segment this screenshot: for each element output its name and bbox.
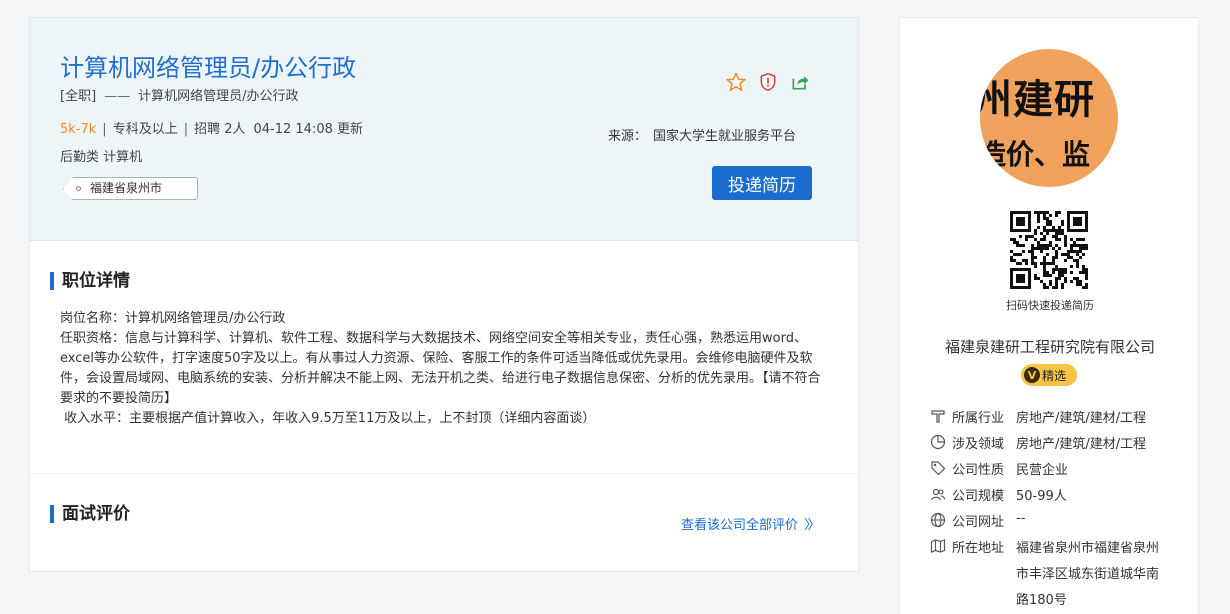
- job-salary: 5k-7k: [60, 122, 97, 137]
- job-type: [全职]: [60, 89, 97, 104]
- double-chevron-right-icon: 〉〉: [804, 518, 820, 533]
- industry-icon: [931, 410, 945, 423]
- source-label: 来源：: [608, 129, 648, 144]
- info-label: 公司性质: [952, 463, 1005, 478]
- favorite-star-icon[interactable]: [724, 70, 748, 94]
- job-header: 计算机网络管理员/办公行政 [全职] —— 计算机网络管理员/办公行政 5k-7k |…: [30, 18, 858, 241]
- apply-resume-button[interactable]: 投递简历: [712, 166, 812, 200]
- location-tag[interactable]: 福建省泉州市: [63, 177, 198, 201]
- info-value: 房地产/建筑/建材/工程: [1016, 437, 1147, 452]
- job-subtitle: 计算机网络管理员/办公行政: [138, 89, 299, 104]
- desc-line: 收入水平：主要根据产值计算收入，年收入9.5万至11万及以上，上不封顶（详细内容…: [60, 411, 596, 426]
- job-actions: [724, 70, 812, 94]
- company-name[interactable]: 福建泉建研工程研究院有限公司: [900, 336, 1200, 357]
- qr-caption: 扫码快速投递简历: [1006, 299, 1094, 312]
- report-shield-icon[interactable]: [756, 70, 780, 94]
- view-all-reviews-link[interactable]: 查看该公司全部评价 〉〉: [681, 514, 820, 533]
- company-logo[interactable]: 州建研 造价、监: [980, 49, 1118, 187]
- job-main-panel: 计算机网络管理员/办公行政 [全职] —— 计算机网络管理员/办公行政 5k-7k |…: [29, 17, 859, 572]
- info-label: 公司规模: [952, 489, 1005, 504]
- section-title-review: 面试评价: [50, 505, 130, 523]
- job-category: 后勤类 计算机: [60, 150, 143, 165]
- company-address: 福建省泉州市福建省泉州市丰泽区城东街道城华南路180号: [1016, 541, 1160, 608]
- tag-icon: [931, 461, 946, 476]
- job-education: 专科及以上: [112, 122, 178, 137]
- badge-label: 精选: [1042, 368, 1067, 383]
- job-updated: 04-12 14:08 更新: [253, 122, 364, 137]
- desc-line: 任职资格：信息与计算科学、计算机、软件工程、数据科学与大数据技术、网络空间安全等…: [60, 331, 821, 406]
- qr-code-icon: [1010, 211, 1088, 289]
- tag-hole-icon: [76, 186, 81, 191]
- job-subline: [全职] —— 计算机网络管理员/办公行政: [60, 85, 299, 104]
- info-value: --: [1016, 511, 1026, 526]
- info-label: 所属行业: [952, 411, 1005, 426]
- map-icon: [930, 539, 946, 553]
- job-description: 岗位名称：计算机网络管理员/办公行政 任职资格：信息与计算科学、计算机、软件工程…: [60, 309, 830, 429]
- divider: [30, 473, 858, 474]
- selected-badge: V 精选: [1021, 364, 1077, 386]
- people-icon: [930, 488, 946, 501]
- logo-text-1: 州建研: [980, 77, 1095, 123]
- job-meta: 5k-7k | 专科及以上 | 招聘 2人 04-12 14:08 更新: [60, 122, 364, 137]
- job-dash: ——: [104, 89, 131, 104]
- location-tag-label: 福建省泉州市: [90, 181, 163, 195]
- section-title-detail: 职位详情: [50, 272, 130, 290]
- desc-line: 岗位名称：计算机网络管理员/办公行政: [60, 311, 286, 326]
- review-link-label: 查看该公司全部评价: [681, 518, 799, 533]
- info-label: 所在地址: [952, 541, 1005, 556]
- info-label: 公司网址: [952, 515, 1005, 530]
- share-icon[interactable]: [788, 70, 812, 94]
- info-value: 民营企业: [1016, 463, 1069, 478]
- logo-text-2: 造价、监: [980, 138, 1091, 171]
- source-value: 国家大学生就业服务平台: [653, 129, 797, 144]
- globe-icon: [930, 512, 946, 528]
- pie-chart-icon: [930, 434, 946, 450]
- job-source: 来源： 国家大学生就业服务平台: [608, 125, 796, 144]
- info-value: 房地产/建筑/建材/工程: [1016, 411, 1147, 426]
- company-sidebar: 州建研 造价、监 扫码快速投递简历 福建泉建研工程研究院有限公司 V 精选 所属行…: [899, 17, 1199, 614]
- info-value: 50-99人: [1016, 489, 1067, 504]
- v-badge-icon: V: [1024, 367, 1040, 383]
- info-label: 涉及领域: [952, 437, 1005, 452]
- job-headcount: 招聘 2人: [194, 122, 246, 137]
- job-title: 计算机网络管理员/办公行政: [60, 54, 357, 82]
